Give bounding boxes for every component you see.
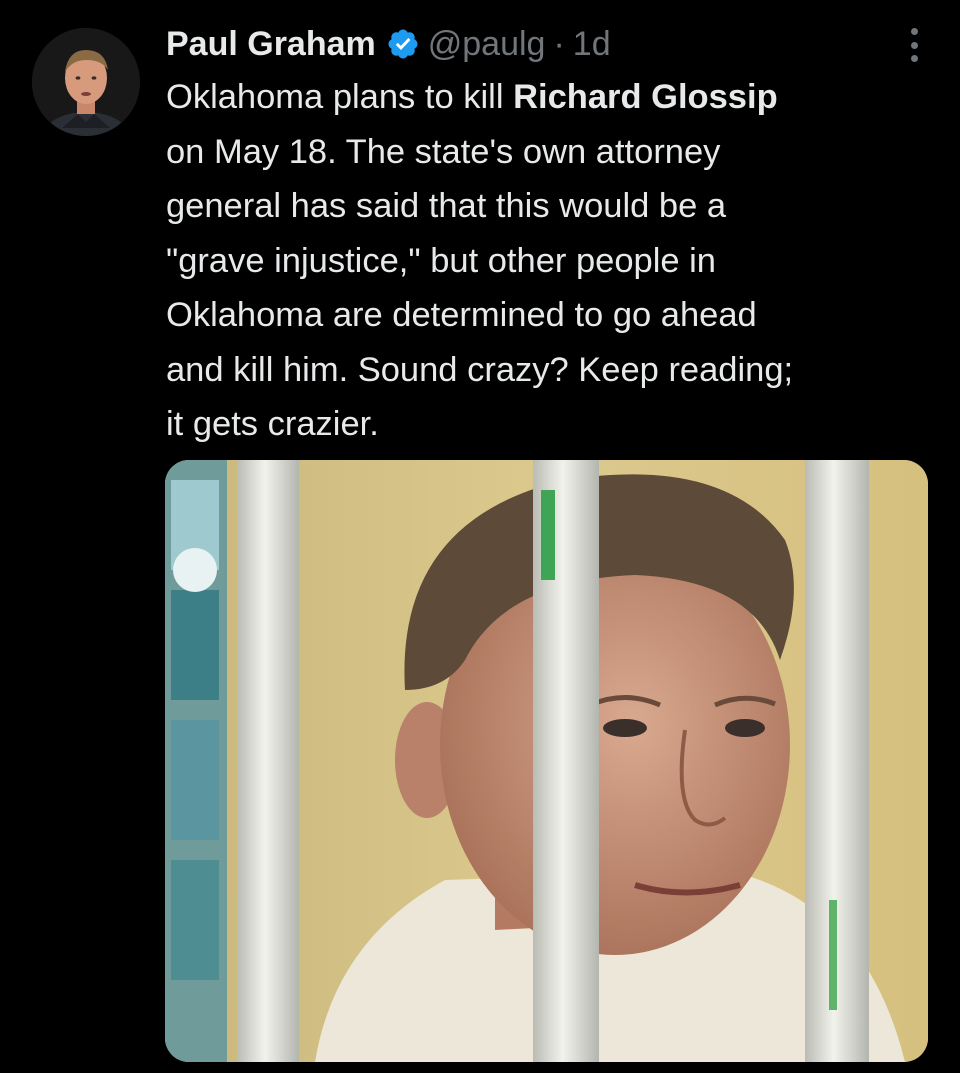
- tweet-timestamp[interactable]: 1d: [573, 25, 611, 64]
- tweet-text-bold-name: Richard Glossip: [513, 78, 778, 116]
- more-horizontal-icon[interactable]: [904, 28, 924, 62]
- author-display-name[interactable]: Paul Graham: [166, 25, 376, 64]
- tweet-header: Paul Graham @paulg · 1d: [166, 20, 611, 68]
- tweet[interactable]: Paul Graham @paulg · 1d Oklahoma plans t…: [0, 0, 960, 1073]
- tweet-photo[interactable]: [165, 460, 928, 1062]
- tweet-text-part: on May 18. The state's own attorney gene…: [166, 132, 794, 444]
- verified-badge-icon: [386, 27, 420, 61]
- tweet-text-part: Oklahoma plans to kill: [166, 78, 514, 116]
- tweet-text: Oklahoma plans to kill Richard Glossip o…: [166, 70, 926, 452]
- avatar[interactable]: [32, 28, 140, 136]
- author-handle[interactable]: @paulg: [428, 25, 546, 64]
- separator-dot: ·: [553, 24, 565, 63]
